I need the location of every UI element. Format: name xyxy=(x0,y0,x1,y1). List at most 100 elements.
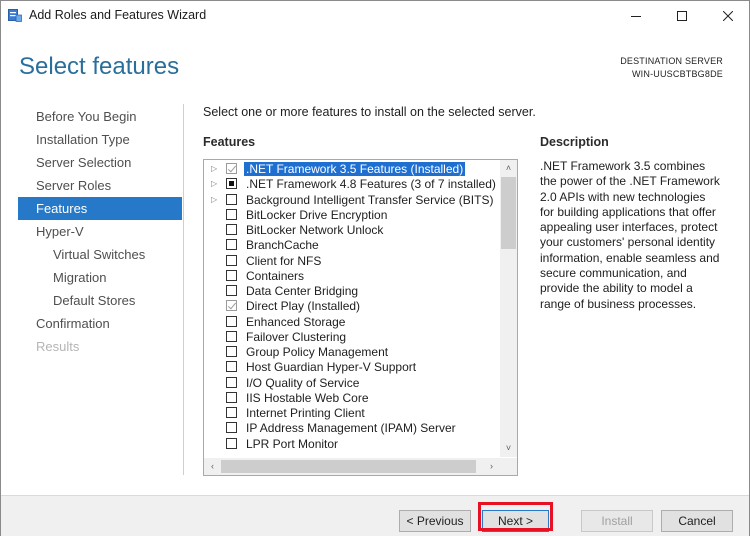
feature-checkbox[interactable] xyxy=(226,163,237,174)
expand-arrow-icon[interactable]: ▷ xyxy=(211,179,217,188)
feature-checkbox[interactable] xyxy=(226,300,237,312)
feature-checkbox[interactable] xyxy=(226,361,237,373)
feature-row[interactable]: BranchCache xyxy=(204,238,498,253)
horizontal-scrollbar[interactable]: ‹ › xyxy=(204,458,500,475)
nav-item-hyper-v[interactable]: Hyper-V xyxy=(18,220,182,243)
features-tree-list[interactable]: ▷ .NET Framework 3.5 Features (Installed)… xyxy=(203,159,518,476)
nav-divider xyxy=(183,104,184,475)
feature-label: IIS Hostable Web Core xyxy=(246,390,369,405)
vertical-scroll-thumb[interactable] xyxy=(501,177,516,249)
highlight-box xyxy=(478,502,553,531)
cancel-button[interactable]: Cancel xyxy=(661,510,733,532)
feature-row[interactable]: ▷ .NET Framework 3.5 Features (Installed) xyxy=(204,162,498,177)
feature-row[interactable]: Containers xyxy=(204,269,498,284)
feature-checkbox[interactable] xyxy=(226,422,237,434)
destination-server-name: WIN-UUSCBTBG8DE xyxy=(631,69,723,79)
feature-row[interactable]: Failover Clustering xyxy=(204,330,498,345)
install-button: Install xyxy=(581,510,653,532)
feature-checkbox[interactable] xyxy=(226,315,237,327)
feature-checkbox[interactable] xyxy=(226,208,237,220)
feature-label: Failover Clustering xyxy=(246,329,347,344)
feature-checkbox[interactable] xyxy=(226,407,237,418)
nav-item-migration[interactable]: Migration xyxy=(18,266,182,289)
description-heading: Description xyxy=(540,135,609,149)
feature-label: BitLocker Network Unlock xyxy=(246,223,384,237)
expand-arrow-icon[interactable]: ▷ xyxy=(211,164,217,173)
feature-label: Client for NFS xyxy=(246,253,322,268)
feature-checkbox[interactable] xyxy=(226,254,237,266)
feature-row[interactable]: I/O Quality of Service xyxy=(204,376,498,391)
feature-checkbox[interactable] xyxy=(226,178,237,190)
feature-row[interactable]: BitLocker Drive Encryption xyxy=(204,208,498,223)
feature-checkbox[interactable] xyxy=(226,391,237,403)
feature-checkbox[interactable] xyxy=(226,269,237,281)
wizard-window: Add Roles and Features Wizard Select fea… xyxy=(0,0,750,536)
wizard-steps-nav: Before You Begin Installation Type Serve… xyxy=(18,105,182,358)
nav-item-results: Results xyxy=(36,339,80,354)
feature-label: Group Policy Management xyxy=(246,345,389,359)
feature-label: .NET Framework 4.8 Features (3 of 7 inst… xyxy=(246,177,496,192)
feature-label: .NET Framework 3.5 Features (Installed) xyxy=(244,162,466,176)
nav-item-server-roles[interactable]: Server Roles xyxy=(18,174,182,197)
close-button[interactable] xyxy=(705,1,750,31)
minimize-icon xyxy=(631,16,641,17)
feature-label: BranchCache xyxy=(246,238,319,253)
feature-checkbox[interactable] xyxy=(226,437,237,449)
features-rows: ▷ .NET Framework 3.5 Features (Installed)… xyxy=(204,162,498,452)
feature-row[interactable]: Client for NFS xyxy=(204,254,498,269)
feature-label: Enhanced Storage xyxy=(246,314,346,329)
scroll-left-icon[interactable]: ‹ xyxy=(204,458,221,475)
maximize-icon xyxy=(677,11,687,21)
feature-row[interactable]: Host Guardian Hyper-V Support xyxy=(204,360,498,375)
destination-server-label: DESTINATION SERVER xyxy=(620,56,723,66)
scroll-right-icon[interactable]: › xyxy=(483,458,500,475)
feature-checkbox[interactable] xyxy=(226,346,237,357)
feature-checkbox[interactable] xyxy=(226,285,237,296)
feature-label: Direct Play (Installed) xyxy=(246,299,361,314)
expand-arrow-icon[interactable]: ▷ xyxy=(211,195,217,204)
vertical-scrollbar[interactable]: ˄ ˅ xyxy=(500,160,517,457)
feature-row[interactable]: Data Center Bridging xyxy=(204,284,498,299)
minimize-button[interactable] xyxy=(613,1,659,31)
scroll-down-icon[interactable]: ˅ xyxy=(500,440,517,457)
feature-label: Background Intelligent Transfer Service … xyxy=(246,192,494,207)
feature-row[interactable]: LPR Port Monitor xyxy=(204,437,498,452)
nav-item-installation-type[interactable]: Installation Type xyxy=(18,128,182,151)
feature-checkbox[interactable] xyxy=(226,224,237,235)
window-title: Add Roles and Features Wizard xyxy=(29,8,207,22)
nav-item-server-selection[interactable]: Server Selection xyxy=(18,151,182,174)
feature-row[interactable]: Internet Printing Client xyxy=(204,406,498,421)
feature-checkbox[interactable] xyxy=(226,239,237,251)
nav-item-default-stores[interactable]: Default Stores xyxy=(18,289,182,312)
feature-checkbox[interactable] xyxy=(226,330,237,342)
feature-row[interactable]: BitLocker Network Unlock xyxy=(204,223,498,238)
feature-row[interactable]: Enhanced Storage xyxy=(204,315,498,330)
feature-row[interactable]: ▷ .NET Framework 4.8 Features (3 of 7 ins… xyxy=(204,177,498,192)
feature-row[interactable]: Direct Play (Installed) xyxy=(204,299,498,314)
feature-label: Data Center Bridging xyxy=(246,284,359,298)
feature-row[interactable]: ▷ Background Intelligent Transfer Service… xyxy=(204,193,498,208)
feature-checkbox[interactable] xyxy=(226,376,237,388)
features-heading: Features xyxy=(203,135,256,149)
page-title: Select features xyxy=(19,53,180,80)
close-icon xyxy=(723,11,733,21)
feature-label: LPR Port Monitor xyxy=(246,436,339,451)
scroll-up-icon[interactable]: ˄ xyxy=(500,160,517,177)
feature-row[interactable]: IIS Hostable Web Core xyxy=(204,391,498,406)
server-manager-icon xyxy=(8,9,22,22)
destination-server-info: DESTINATION SERVER WIN-UUSCBTBG8DE xyxy=(620,55,723,81)
previous-button[interactable]: < Previous xyxy=(399,510,471,532)
feature-row[interactable]: IP Address Management (IPAM) Server xyxy=(204,421,498,436)
feature-label: IP Address Management (IPAM) Server xyxy=(246,421,456,436)
maximize-button[interactable] xyxy=(659,1,705,31)
nav-item-before-you-begin[interactable]: Before You Begin xyxy=(18,105,182,128)
feature-checkbox[interactable] xyxy=(226,193,237,205)
feature-label: Host Guardian Hyper-V Support xyxy=(246,360,417,375)
feature-row[interactable]: Group Policy Management xyxy=(204,345,498,360)
nav-item-features[interactable]: Features xyxy=(18,197,182,220)
horizontal-scroll-thumb[interactable] xyxy=(221,460,476,473)
feature-label: Internet Printing Client xyxy=(246,406,365,420)
nav-item-confirmation[interactable]: Confirmation xyxy=(18,312,182,335)
nav-item-virtual-switches[interactable]: Virtual Switches xyxy=(18,243,182,266)
feature-label: I/O Quality of Service xyxy=(246,375,360,390)
